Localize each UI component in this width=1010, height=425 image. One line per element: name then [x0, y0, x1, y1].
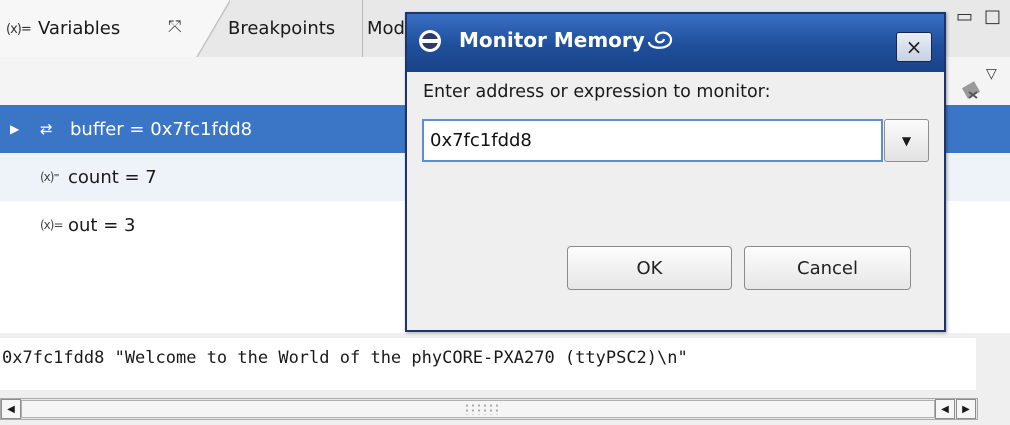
variable-label: count = 7 — [68, 166, 157, 188]
tab-divider — [196, 0, 230, 58]
horizontal-scrollbar[interactable]: ◀ ◀ ▶ — [0, 398, 978, 420]
expand-icon[interactable]: ▶ — [10, 122, 19, 136]
eclipse-icon — [419, 30, 441, 52]
window-swirl-icon — [647, 31, 673, 49]
tab-variables[interactable]: (x)= Variables ⤧ — [0, 0, 212, 58]
ok-button[interactable]: OK — [567, 246, 732, 290]
scroll-grip — [464, 403, 498, 415]
close-button[interactable]: × — [896, 32, 932, 62]
scroll-thumb[interactable] — [21, 400, 935, 418]
detail-pane[interactable]: 0x7fc1fdd8 "Welcome to the World of the … — [0, 338, 976, 390]
pointer-variable-icon: ⇄ — [40, 120, 53, 138]
remove-icon[interactable] — [961, 78, 983, 100]
maximize-icon[interactable]: □ — [984, 6, 1001, 27]
monitor-memory-dialog: Monitor Memory × Enter address or expres… — [405, 12, 946, 332]
dialog-prompt: Enter address or expression to monitor: — [423, 82, 771, 102]
variable-icon: (x)⁼ — [40, 170, 60, 184]
dialog-title: Monitor Memory — [459, 28, 645, 52]
dialog-titlebar[interactable]: Monitor Memory × — [407, 14, 944, 72]
scroll-right-button[interactable]: ▶ — [956, 399, 976, 419]
cancel-button[interactable]: Cancel — [744, 246, 911, 290]
tab-separator — [362, 0, 363, 57]
variable-label: buffer = 0x7fc1fdd8 — [70, 118, 253, 140]
variable-icon: (x)= — [40, 218, 64, 232]
address-input[interactable] — [422, 119, 883, 162]
close-icon[interactable]: ⤧ — [168, 17, 182, 37]
scroll-left-button[interactable]: ◀ — [1, 399, 21, 419]
scroll-left-button[interactable]: ◀ — [935, 399, 955, 419]
tab-modules[interactable]: Mod — [367, 18, 405, 39]
view-menu-icon[interactable]: ▽ — [986, 66, 997, 82]
variable-label: out = 3 — [68, 214, 136, 236]
history-dropdown-button[interactable]: ▼ — [884, 119, 929, 162]
minimize-icon[interactable]: ▭ — [956, 6, 973, 27]
chevron-down-icon: ▼ — [901, 133, 912, 148]
tab-breakpoints[interactable]: Breakpoints — [228, 18, 335, 39]
variables-icon: (x)= — [6, 22, 32, 37]
tab-variables-label: Variables — [38, 18, 121, 39]
